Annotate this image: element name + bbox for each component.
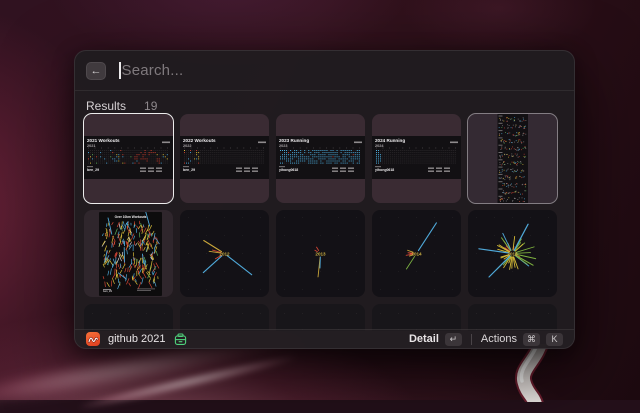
k-key-icon: K: [546, 333, 563, 346]
results-row-1: 2021 Workouts 2021 ben_29 2022 Workouts …: [84, 114, 557, 203]
thumb-subtitle: 2022: [183, 144, 191, 148]
thumbnail-2022-workouts: 2022 Workouts 2022 ben_29: [180, 136, 269, 179]
search-bar: ← Search...: [75, 51, 574, 91]
result-card-2021-workouts[interactable]: 2021 Workouts 2021 ben_29: [84, 114, 173, 203]
results-row-2: Over 10km Workouts ben_29 2012 2013 2014…: [84, 210, 557, 297]
result-card-2014[interactable]: 2014: [372, 210, 461, 297]
return-key-icon: ↵: [445, 333, 462, 346]
arrow-left-icon: ←: [91, 65, 102, 77]
extension-title: github 2021: [108, 333, 166, 345]
detail-label: Detail: [409, 333, 439, 345]
green-box-icon: [174, 333, 187, 346]
result-card-2013[interactable]: 2013: [276, 210, 365, 297]
result-card-partial[interactable]: [180, 304, 269, 331]
thumb-subtitle: 2021: [87, 144, 95, 148]
actions-label: Actions: [481, 333, 517, 345]
action-bar: github 2021 Detail ↵ Actions ⌘ K: [75, 329, 574, 348]
result-card-partial[interactable]: [468, 304, 557, 331]
thumb-subtitle: 2024: [375, 144, 383, 148]
workout-route-icon: [86, 332, 100, 346]
text-cursor: [119, 62, 121, 79]
result-card-over-10km-workouts[interactable]: Over 10km Workouts ben_29: [84, 210, 173, 297]
result-card-partial[interactable]: [84, 304, 173, 331]
raycast-window: ← Search... Results 19 2021 Workouts 2021…: [74, 50, 575, 349]
thumbnail-years-overview: [468, 114, 557, 203]
result-card-2024-running[interactable]: 2024 Running 2024 yihong0618: [372, 114, 461, 203]
thumb-title: 2022 Workouts: [183, 138, 216, 143]
result-card-2012[interactable]: 2012: [180, 210, 269, 297]
thumb-username: yihong0618: [375, 168, 394, 172]
actions-menu-button[interactable]: Actions ⌘ K: [481, 333, 563, 346]
thumbnail-2024-running: 2024 Running 2024 yihong0618: [372, 136, 461, 179]
results-row-3: [84, 304, 557, 331]
thumbnail-partial: [372, 304, 461, 331]
result-card-2022-workouts[interactable]: 2022 Workouts 2022 ben_29: [180, 114, 269, 203]
thumb-title: 2024 Running: [375, 138, 405, 143]
result-card-years-overview[interactable]: [468, 114, 557, 203]
cmd-key-icon: ⌘: [523, 333, 540, 346]
result-card-2023-running[interactable]: 2023 Running 2023 yihong0618: [276, 114, 365, 203]
result-card-partial[interactable]: [276, 304, 365, 331]
thumb-title: 2021 Workouts: [87, 138, 120, 143]
back-button[interactable]: ←: [86, 62, 106, 80]
detail-action-button[interactable]: Detail ↵: [409, 333, 462, 346]
thumb-subtitle: 2023: [279, 144, 287, 148]
thumb-username: ben_29: [183, 168, 195, 172]
thumb-username: yihong0618: [279, 168, 298, 172]
burst-year-label: 2016: [507, 251, 517, 256]
result-card-2016[interactable]: 2016: [468, 210, 557, 297]
thumbnail-partial: [276, 304, 365, 331]
results-label: Results: [86, 99, 126, 113]
results-header: Results 19: [86, 99, 157, 113]
thumbnail-2023-running: 2023 Running 2023 yihong0618: [276, 136, 365, 179]
burst-year-label: 2012: [219, 251, 229, 256]
result-card-partial[interactable]: [372, 304, 461, 331]
thumbnail-partial: [468, 304, 557, 331]
wallpaper-cable: [478, 344, 608, 402]
thumb-username: ben_29: [87, 168, 99, 172]
burst-year-label: 2014: [411, 251, 421, 256]
poster-username: ben_29: [103, 290, 112, 293]
thumb-title: 2023 Running: [279, 138, 309, 143]
burst-year-label: 2013: [315, 251, 325, 256]
thumbnail-over-10km-poster: Over 10km Workouts ben_29: [99, 212, 162, 296]
thumbnail-partial: [180, 304, 269, 331]
footer-divider: [471, 334, 472, 345]
thumbnail-partial: [84, 304, 173, 331]
results-count: 19: [144, 99, 157, 113]
results-area: Results 19 2021 Workouts 2021 ben_29 2022…: [75, 91, 574, 331]
thumbnail-2021-workouts: 2021 Workouts 2021 ben_29: [84, 136, 173, 179]
poster-title: Over 10km Workouts: [99, 215, 162, 219]
search-input[interactable]: Search...: [122, 62, 184, 79]
